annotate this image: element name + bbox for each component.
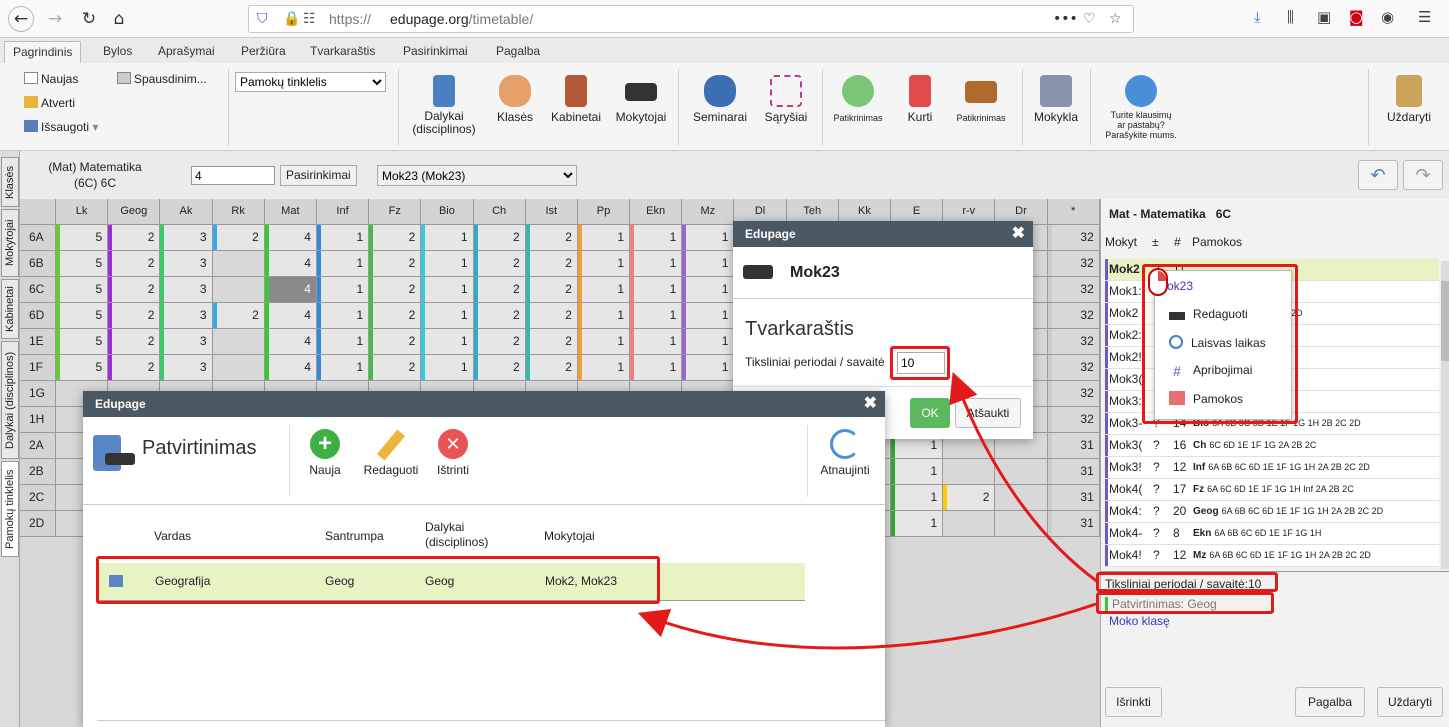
annotation-arrows: [637, 371, 1099, 650]
arrow-to-periods: [949, 371, 1099, 584]
arrow-to-row: [637, 602, 1097, 650]
